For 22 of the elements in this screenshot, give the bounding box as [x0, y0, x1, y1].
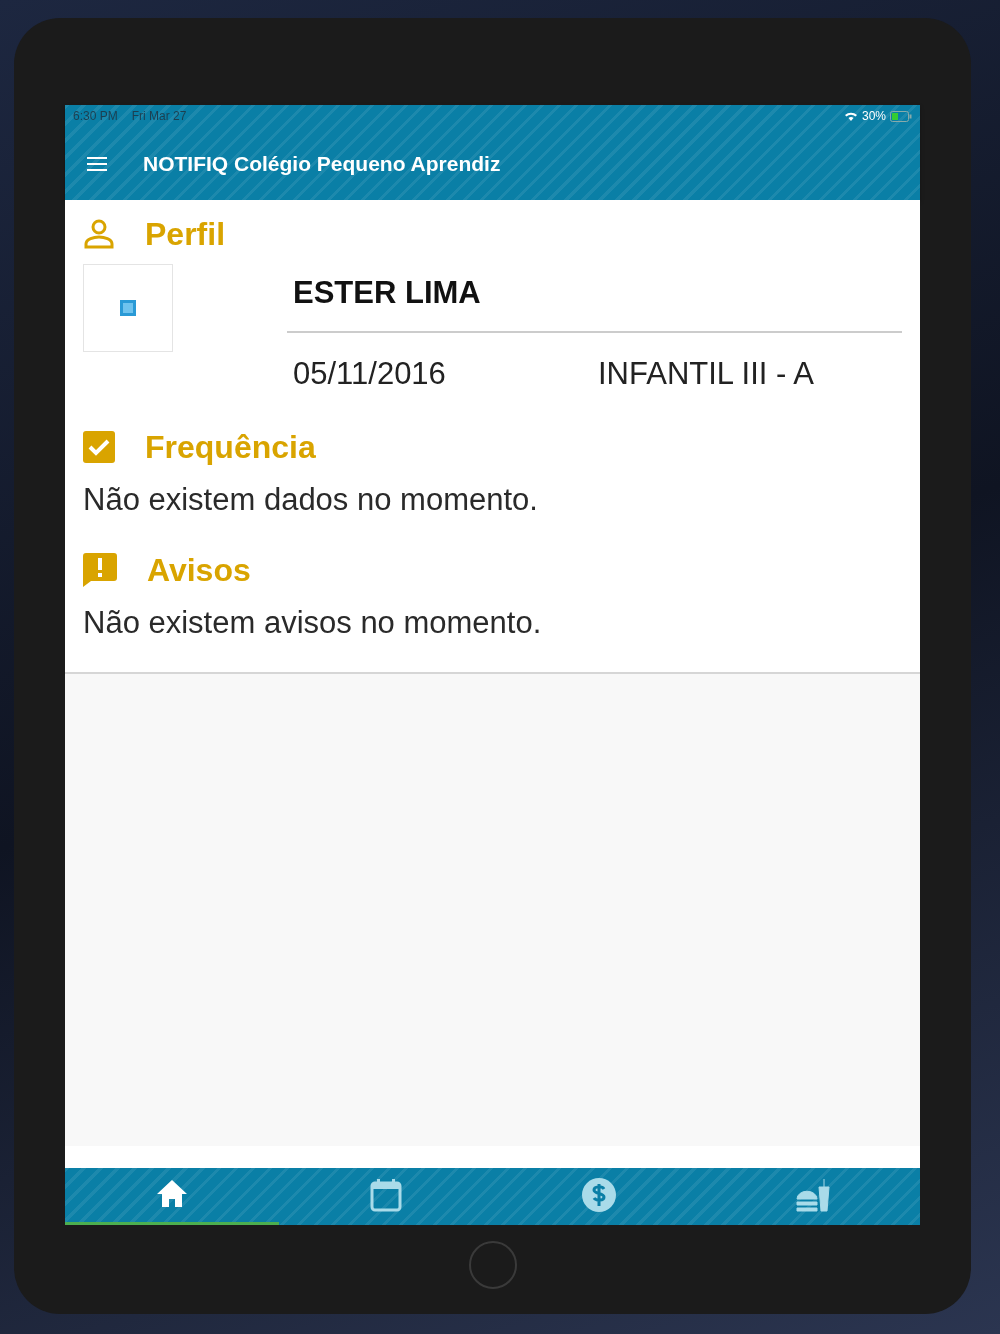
battery-percent: 30%: [861, 108, 886, 125]
section-title: Frequência: [145, 428, 316, 467]
burger-drink-icon: [795, 1177, 832, 1213]
empty-message: Não existem dados no momento.: [83, 481, 539, 519]
class-name: INFANTIL III - A: [598, 354, 814, 393]
section-title: Perfil: [145, 215, 226, 254]
dollar-coin-icon: [581, 1177, 618, 1213]
app-title: NOTIFIQ Colégio Pequeno Aprendiz: [143, 150, 501, 177]
status-time: 6:30 PM: [73, 108, 118, 125]
person-icon: [83, 219, 115, 249]
broken-image-icon: [120, 300, 136, 316]
battery-icon: [890, 110, 912, 122]
checkbox-icon: [83, 431, 115, 463]
wifi-icon: [843, 110, 858, 122]
alert-message-icon: [83, 552, 117, 587]
empty-message: Não existem avisos no momento.: [83, 603, 543, 642]
student-name: ESTER LIMA: [287, 266, 902, 333]
birth-date: 05/11/2016: [293, 354, 447, 393]
status-date: Fri Mar 27: [131, 108, 187, 125]
menu-icon[interactable]: [87, 156, 107, 171]
home-button[interactable]: [468, 1241, 517, 1289]
section-title: Avisos: [147, 550, 251, 590]
